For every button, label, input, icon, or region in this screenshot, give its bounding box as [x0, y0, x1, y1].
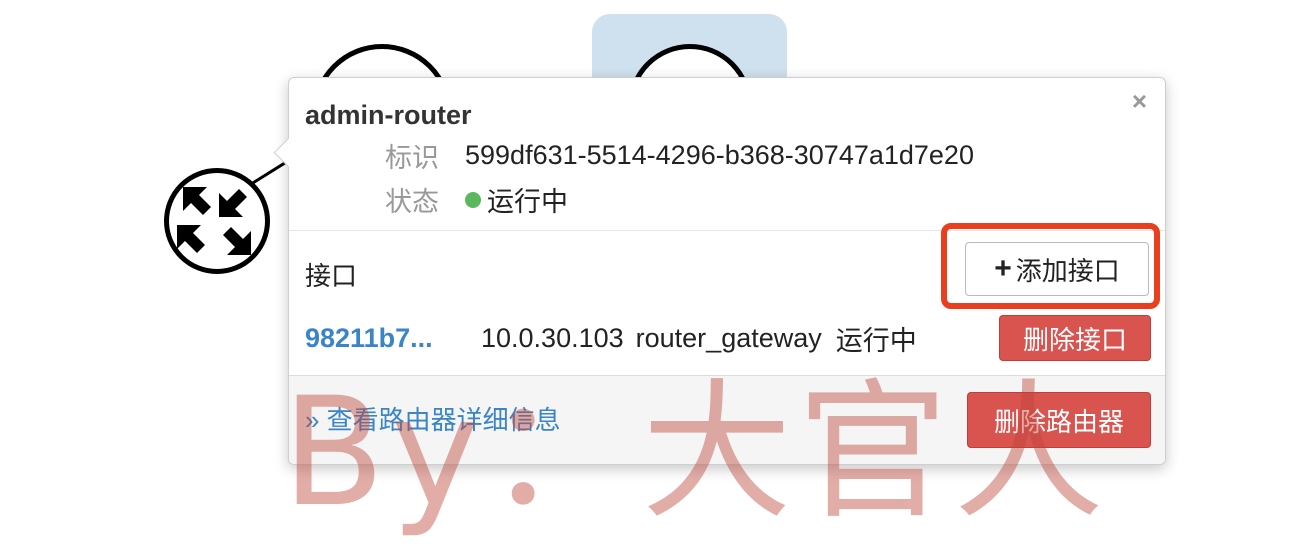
router-status-value: 运行中	[487, 187, 568, 217]
close-button[interactable]: ×	[1132, 88, 1147, 114]
delete-router-button[interactable]: 删除路由器	[967, 392, 1151, 448]
router-id-value: 599df631-5514-4296-b368-30747a1d7e20	[465, 140, 974, 170]
router-status-row: 状态 运行中	[385, 180, 568, 219]
router-id-label: 标识	[385, 143, 439, 173]
router-name: admin-router	[305, 100, 472, 130]
router-icon	[177, 187, 251, 255]
interface-name: router_gateway	[635, 322, 822, 353]
add-interface-label: 添加接口	[1015, 255, 1120, 286]
interface-id-link[interactable]: 98211b7...	[305, 323, 481, 354]
router-popover: × admin-router 标识 599df631-5514-4296-b36…	[273, 77, 1166, 465]
interfaces-title: 接口	[305, 261, 358, 291]
interface-ip: 10.0.30.103	[481, 322, 624, 353]
plus-icon: +	[994, 252, 1012, 285]
router-status-label: 状态	[385, 187, 439, 217]
delete-interface-button[interactable]: 删除接口	[999, 315, 1151, 361]
add-interface-button[interactable]: + 添加接口	[965, 242, 1149, 296]
status-dot-icon	[465, 191, 481, 208]
router-node[interactable]	[164, 168, 270, 274]
router-id-row: 标识 599df631-5514-4296-b368-30747a1d7e20	[385, 136, 974, 175]
popover-footer: » 查看路由器详细信息 删除路由器	[289, 375, 1165, 464]
view-router-details-link[interactable]: » 查看路由器详细信息	[305, 400, 561, 437]
interface-status: 运行中	[835, 325, 917, 356]
